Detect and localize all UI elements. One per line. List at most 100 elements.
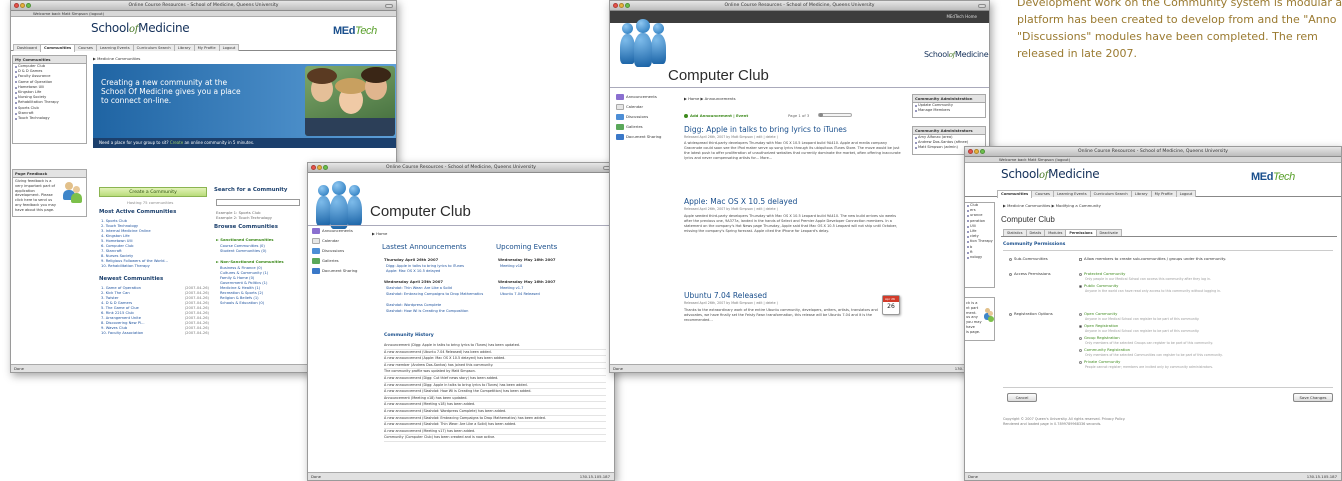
announcement-link[interactable]: Apple: Mac OS X 10.5 delayed — [386, 269, 440, 273]
tab-statistics[interactable]: Statistics — [1003, 229, 1027, 236]
tab-library[interactable]: Library — [1130, 190, 1152, 197]
close-icon[interactable] — [14, 3, 19, 8]
admin-link[interactable]: Manage Members — [913, 108, 985, 113]
search-input[interactable] — [216, 199, 300, 206]
minimize-icon[interactable] — [974, 149, 979, 154]
event-link[interactable]: Meeting v1.7 — [500, 286, 523, 290]
article-title[interactable]: Ubuntu 7.04 Released — [684, 291, 767, 300]
zoom-icon[interactable] — [980, 149, 985, 154]
create-community-button[interactable]: Create a Community — [99, 187, 207, 197]
registration-option[interactable]: Group Registration — [1079, 335, 1120, 340]
tab-my-profile[interactable]: My Profile — [1150, 190, 1177, 197]
minimize-icon[interactable] — [317, 165, 322, 170]
nav-document-sharing[interactable]: Document Sharing — [312, 267, 372, 277]
add-event-label[interactable]: Event — [736, 113, 748, 118]
page-slider[interactable] — [818, 113, 852, 117]
announcement-link[interactable]: Slashdot: Thin Wear: Are Like a Solid — [386, 286, 452, 290]
nav-announcements[interactable]: Announcements — [312, 227, 372, 237]
community-name[interactable]: 6. Rink 2215 Club — [101, 311, 134, 315]
tab-courses[interactable]: Courses — [74, 44, 97, 51]
tab-curriculum-search[interactable]: Curriculum Search — [1089, 190, 1132, 197]
tab-library[interactable]: Library — [173, 44, 195, 51]
community-name[interactable]: 9. Waves Club — [101, 326, 127, 330]
medtech-logo[interactable]: MEdTech — [333, 25, 377, 37]
article-title[interactable]: Digg: Apple in talks to bring lyrics to … — [684, 125, 847, 134]
article-title[interactable]: Apple: Mac OS X 10.5 delayed — [684, 197, 797, 206]
announcement-link[interactable]: Slashdot: Wordpress Complete — [386, 303, 441, 307]
tab-courses[interactable]: Courses — [1031, 190, 1054, 197]
tab-learning-events[interactable]: Learning Events — [1052, 190, 1091, 197]
nav-discussions[interactable]: Discussions — [312, 247, 372, 257]
event-link[interactable]: Meeting v18 — [500, 264, 522, 268]
access-option[interactable]: Protected Community — [1079, 271, 1125, 276]
medtech-logo[interactable]: MEdTech — [1251, 171, 1295, 183]
tab-modules[interactable]: Modules — [1044, 229, 1067, 236]
sidebar-item[interactable]: nology — [965, 255, 994, 260]
nav-galleries[interactable]: Galleries — [616, 123, 680, 133]
save-changes-button[interactable]: Save Changes — [1293, 393, 1333, 402]
breadcrumb[interactable]: ▶ Medicine Communities — [93, 56, 140, 61]
registration-option[interactable]: Private Community — [1079, 359, 1120, 364]
community-name[interactable]: 2. Kick The Can — [101, 291, 130, 295]
tab-dashboard[interactable]: Dashboard — [13, 44, 42, 51]
close-icon[interactable] — [613, 3, 618, 8]
registration-option[interactable]: Open Community — [1079, 311, 1117, 316]
registration-option[interactable]: Open Registration — [1079, 323, 1118, 328]
close-icon[interactable] — [968, 149, 973, 154]
tab-logout[interactable]: Logout — [1175, 190, 1197, 197]
zoom-icon[interactable] — [323, 165, 328, 170]
access-radio-selected[interactable] — [1079, 284, 1082, 288]
minimize-icon[interactable] — [20, 3, 25, 8]
registration-radio[interactable] — [1079, 360, 1082, 364]
breadcrumb[interactable]: ▶ Medicine Communities ▶ Modifying a Com… — [1003, 203, 1101, 208]
nav-calendar[interactable]: Calendar — [616, 103, 680, 113]
nav-document-sharing[interactable]: Document Sharing — [616, 133, 680, 143]
community-name[interactable]: 3. Twister — [101, 296, 119, 300]
sub-communities-option[interactable]: Allow members to create sub-communities … — [1079, 256, 1226, 261]
toolbar-toggle-icon[interactable] — [385, 4, 393, 8]
breadcrumb[interactable]: ▶ Home ▶ Announcements — [684, 96, 736, 101]
zoom-icon[interactable] — [625, 3, 630, 8]
nav-calendar[interactable]: Calendar — [312, 237, 372, 247]
feedback-people-icon[interactable] — [63, 182, 83, 204]
zoom-icon[interactable] — [26, 3, 31, 8]
community-name[interactable]: 10. Faculty Association — [101, 331, 143, 335]
toolbar-toggle-icon[interactable] — [978, 4, 986, 8]
cancel-button[interactable]: Cancel — [1007, 393, 1037, 402]
list-item[interactable]: Student Communities (0) — [220, 249, 266, 254]
registration-radio[interactable] — [1079, 336, 1082, 340]
sub-communities-checkbox[interactable] — [1079, 257, 1082, 261]
medtech-home-link[interactable]: MEdTech Home — [946, 14, 977, 19]
announcement-link[interactable]: Slashdot: How Wi is Creating the Composi… — [386, 309, 468, 313]
add-announcement-link[interactable]: Add Announcement | Event — [684, 113, 748, 118]
tab-details[interactable]: Details — [1025, 229, 1046, 236]
community-name[interactable]: 4. D & D Gamers — [101, 301, 132, 305]
community-name[interactable]: 7. Arrangement Unite — [101, 316, 141, 320]
nav-galleries[interactable]: Galleries — [312, 257, 372, 267]
school-logo[interactable]: SchoolofMedicine — [1001, 167, 1100, 181]
close-icon[interactable] — [311, 165, 316, 170]
tab-curriculum-search[interactable]: Curriculum Search — [132, 44, 175, 51]
school-logo[interactable]: SchoolofMedicine — [91, 21, 190, 35]
access-radio[interactable] — [1079, 272, 1082, 276]
registration-radio-selected[interactable] — [1079, 324, 1082, 328]
tab-communities[interactable]: Communities — [997, 190, 1033, 198]
list-item[interactable]: 10. Faculty Association (2007-04-26) — [101, 331, 209, 336]
breadcrumb[interactable]: ▶ Home — [372, 231, 387, 236]
registration-radio[interactable] — [1079, 312, 1082, 316]
tab-deactivate[interactable]: Deactivate — [1095, 229, 1122, 236]
sidebar-item[interactable]: Touch Technology — [13, 116, 86, 121]
community-name[interactable]: 1. Game of Operation — [101, 286, 141, 290]
tab-my-profile[interactable]: My Profile — [193, 44, 220, 51]
event-link[interactable]: Ubuntu 7.04 Released — [500, 292, 540, 296]
registration-radio[interactable] — [1079, 348, 1082, 352]
feedback-people-icon[interactable] — [984, 308, 994, 322]
school-logo[interactable]: SchoolofMedicine — [924, 50, 989, 59]
tab-learning-events[interactable]: Learning Events — [95, 44, 134, 51]
minimize-icon[interactable] — [619, 3, 624, 8]
registration-option[interactable]: Community Registration — [1079, 347, 1130, 352]
tab-logout[interactable]: Logout — [218, 44, 240, 51]
list-item[interactable]: 10. Rehabilitation Therapy — [101, 264, 201, 269]
list-item[interactable]: Schools & Education (0) — [220, 301, 268, 306]
create-link[interactable]: Create — [170, 140, 183, 145]
